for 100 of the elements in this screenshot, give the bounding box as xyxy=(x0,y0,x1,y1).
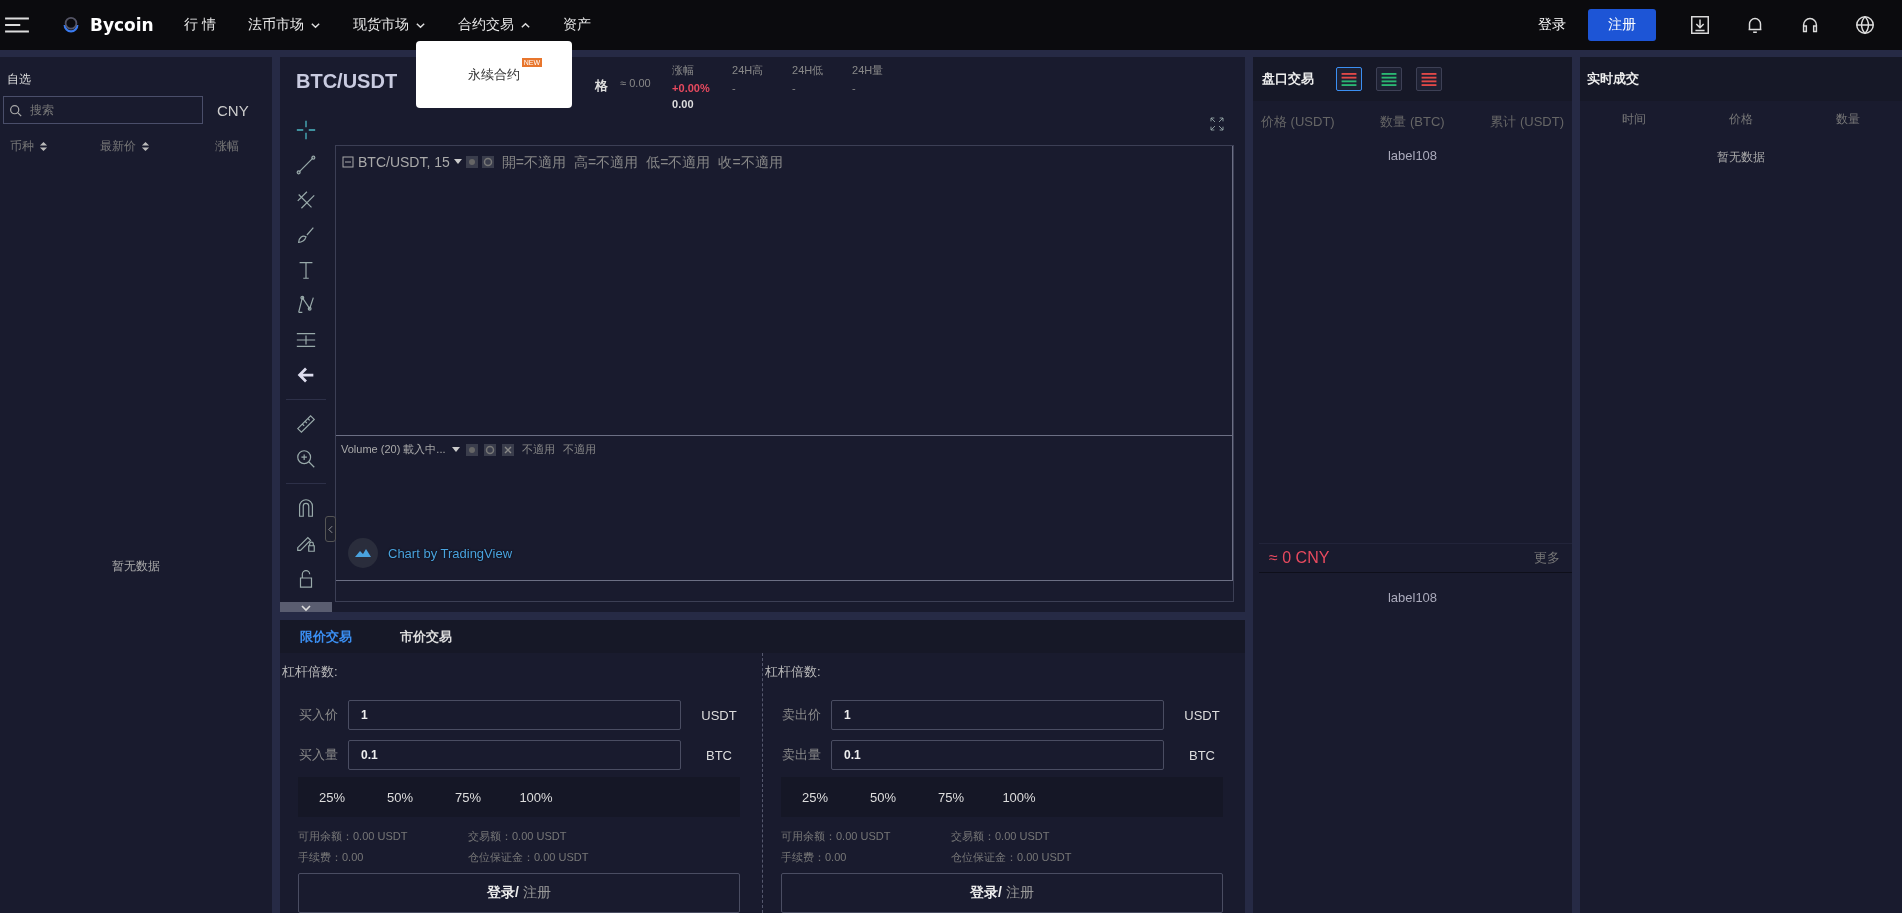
info-text: 手续费：0.00 xyxy=(781,850,848,865)
nav-item[interactable]: 资产 xyxy=(546,0,607,50)
info-text: 可用余额：0.00 USDT xyxy=(781,829,892,844)
column-header: 数量 (BTC) xyxy=(1380,113,1445,131)
line-icon[interactable] xyxy=(295,154,317,176)
info-text: 仓位保证金：0.00 USDT xyxy=(468,850,590,865)
percent-option[interactable]: 25% xyxy=(298,788,366,806)
info-text: 交易额：0.00 USDT xyxy=(951,829,1051,844)
info-text: 仓位保证金：0.00 USDT xyxy=(951,850,1073,865)
percent-option[interactable]: 100% xyxy=(985,788,1053,806)
stat-value: - xyxy=(792,82,797,94)
column-header[interactable]: 币种 xyxy=(10,138,100,155)
panel-title: 实时成交 xyxy=(1587,70,1639,88)
search-field[interactable]: 搜索 xyxy=(3,96,203,124)
unit-label: BTC xyxy=(1188,747,1216,763)
ohlc-value: 開=不適用 xyxy=(501,154,566,172)
nav-item[interactable]: 行 情 xyxy=(167,0,232,50)
column-header: 涨幅 xyxy=(215,138,239,155)
unit-label: USDT xyxy=(1183,707,1221,723)
zoom-in-icon[interactable] xyxy=(295,448,317,470)
stat-value: +0.00% xyxy=(672,82,711,94)
ohlc-value: 高=不適用 xyxy=(574,154,639,172)
last-price: ≈ 0 CNY xyxy=(1269,549,1330,567)
column-header[interactable]: 最新价 xyxy=(100,138,215,155)
field-label: 买入价 xyxy=(298,706,339,724)
percent-option[interactable]: 50% xyxy=(366,788,434,806)
column-header: 价格 xyxy=(1729,111,1753,128)
volume-value: 不適用 xyxy=(521,442,555,457)
login-register-button[interactable]: 登录/ 注册 xyxy=(298,873,740,913)
field-label: 卖出价 xyxy=(781,706,822,724)
attribution-link[interactable]: Chart by TradingView xyxy=(388,545,513,561)
view-toggle[interactable] xyxy=(1336,67,1362,91)
input-field[interactable]: 0.1 xyxy=(348,740,681,770)
cloud-logo-icon[interactable] xyxy=(348,538,378,568)
globe-icon[interactable] xyxy=(1854,14,1876,36)
field-label: 卖出量 xyxy=(781,746,822,764)
empty-message: 暂无数据 xyxy=(112,557,160,575)
input-field[interactable]: 0.1 xyxy=(831,740,1164,770)
gear-icon[interactable] xyxy=(481,156,494,168)
percent-option[interactable]: 75% xyxy=(917,788,985,806)
fullscreen-icon[interactable] xyxy=(1209,116,1225,132)
stat-label: 24H高 xyxy=(732,63,765,78)
asks-label: label108 xyxy=(1386,147,1439,163)
info-text: 交易额：0.00 USDT xyxy=(468,829,568,844)
register-button[interactable]: 注册 xyxy=(1588,9,1656,41)
ohlc-value: 收=不適用 xyxy=(718,154,783,172)
view-toggle[interactable] xyxy=(1416,67,1442,91)
percent-option[interactable]: 25% xyxy=(781,788,849,806)
gear-icon[interactable] xyxy=(483,443,496,456)
collapse-icon[interactable] xyxy=(342,156,354,168)
price-value: ≈ 0.00 xyxy=(620,77,652,89)
nav-item[interactable]: 现货市场 xyxy=(336,0,442,50)
close-icon[interactable] xyxy=(501,443,514,456)
ruler-icon[interactable] xyxy=(295,413,317,435)
chevron-left-icon xyxy=(328,524,333,534)
eye-icon[interactable] xyxy=(465,156,478,168)
percent-option[interactable]: 75% xyxy=(434,788,502,806)
download-icon[interactable] xyxy=(1689,14,1711,36)
list-lines-icon xyxy=(1421,72,1437,86)
leverage-label: 杠杆倍数: xyxy=(281,663,339,681)
collapse-handle[interactable] xyxy=(325,516,336,542)
list-lines-icon xyxy=(1381,72,1397,86)
stat-label: 24H低 xyxy=(792,63,825,78)
menu-icon[interactable] xyxy=(4,16,30,34)
input-field[interactable]: 1 xyxy=(831,700,1164,730)
login-button[interactable]: 登录 xyxy=(1516,16,1588,34)
login-register-button[interactable]: 登录/ 注册 xyxy=(781,873,1223,913)
pair-title: BTC/USDT xyxy=(296,70,398,93)
unit-label: USDT xyxy=(700,707,738,723)
stat-label: 24H量 xyxy=(852,63,885,78)
more-link[interactable]: 更多 xyxy=(1534,549,1560,567)
stat-value: - xyxy=(852,82,857,94)
tab[interactable]: 市价交易 xyxy=(390,627,462,646)
caret-icon xyxy=(453,159,462,165)
tab[interactable]: 限价交易 xyxy=(290,627,362,646)
leverage-label: 杠杆倍数: xyxy=(764,663,822,681)
stat-label: 涨幅 xyxy=(672,63,696,78)
currency-label[interactable]: CNY xyxy=(217,101,249,119)
search-icon xyxy=(9,104,22,117)
stat-value: - xyxy=(732,82,737,94)
percent-option[interactable]: 100% xyxy=(502,788,570,806)
scroll-down-button[interactable] xyxy=(280,602,332,612)
empty-message: 暂无数据 xyxy=(1716,149,1766,166)
crosshair-icon[interactable] xyxy=(295,119,317,141)
logo-icon xyxy=(62,16,80,34)
unit-label: BTC xyxy=(705,747,733,763)
info-text: 可用余额：0.00 USDT xyxy=(298,829,409,844)
column-header: 累计 (USDT) xyxy=(1490,113,1564,131)
volume-label[interactable]: Volume (20) 載入中... xyxy=(341,442,446,457)
nav-item[interactable]: 法币市场 xyxy=(231,0,337,50)
view-toggle[interactable] xyxy=(1376,67,1402,91)
field-label: 买入量 xyxy=(298,746,339,764)
input-field[interactable]: 1 xyxy=(348,700,681,730)
column-header: 数量 xyxy=(1836,111,1861,128)
chevron-down-icon xyxy=(299,602,313,612)
symbol-label[interactable]: BTC/USDT, 15 xyxy=(358,154,450,170)
eye-icon[interactable] xyxy=(465,443,478,456)
bids-label: label108 xyxy=(1386,589,1439,605)
nav-item[interactable]: 合约交易 xyxy=(441,0,547,50)
percent-option[interactable]: 50% xyxy=(849,788,917,806)
